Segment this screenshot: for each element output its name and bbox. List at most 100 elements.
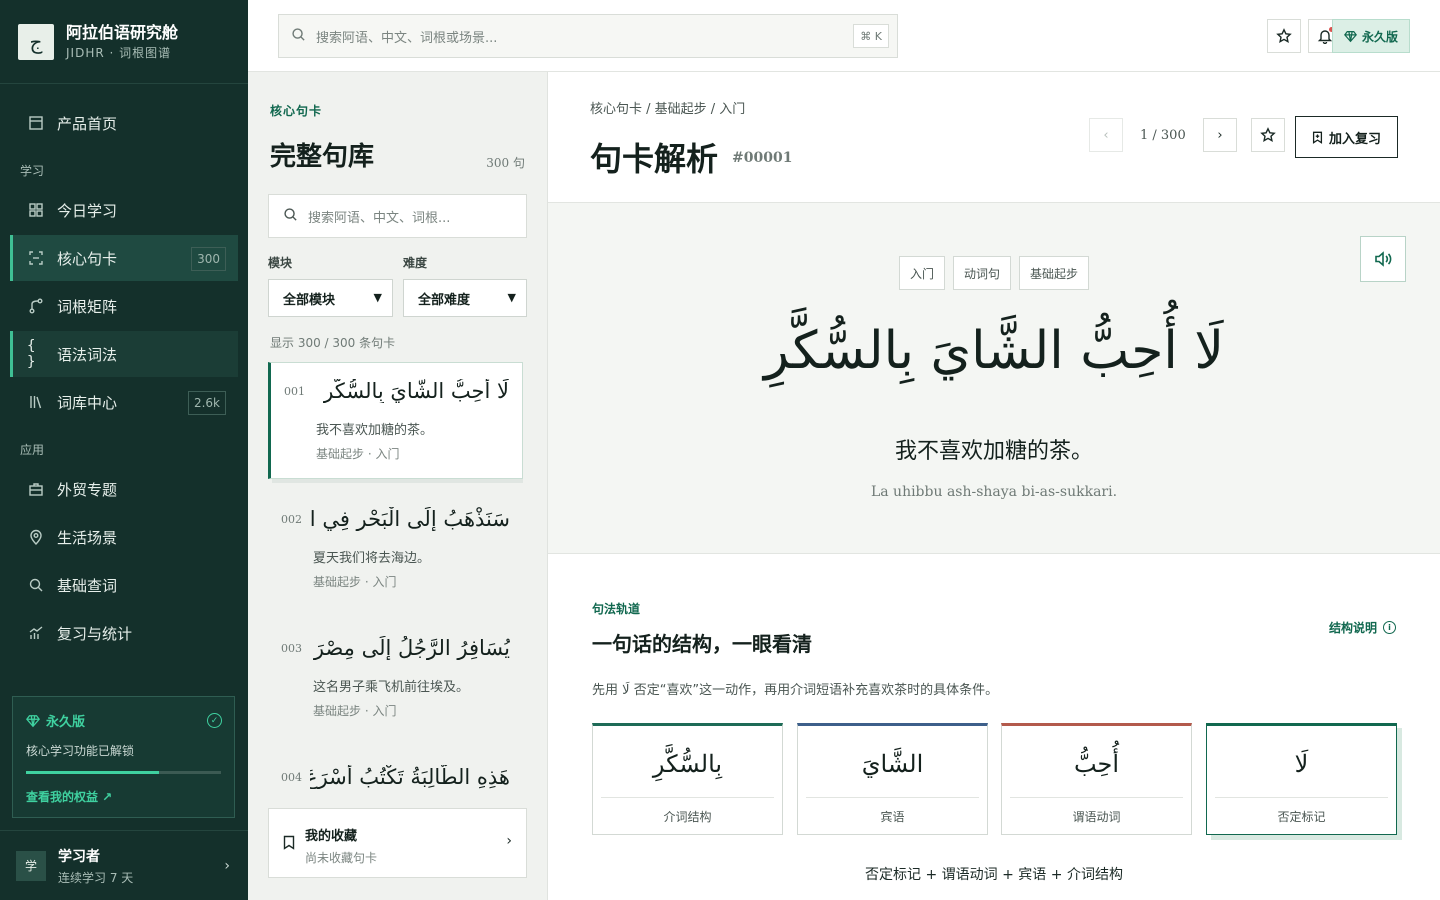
sidebar-item-label: 语法词法 [57, 345, 118, 364]
chevron-right-icon: › [1217, 127, 1223, 143]
star-icon [1276, 28, 1292, 43]
info-icon: i [1383, 621, 1396, 634]
sidebar-item-lookup[interactable]: 基础查词 [10, 562, 238, 608]
module-select-value: 全部模块 [283, 292, 336, 308]
favorite-button[interactable] [1267, 19, 1301, 53]
block-arabic: الشَّايَ [861, 750, 924, 778]
filter-level-label: 难度 [403, 256, 428, 270]
structure-help-link[interactable]: 结构说明 i [1329, 619, 1396, 636]
sentence-hero: 入门 动词句 基础起步 لَا أُحِبُّ الشَّايَ بِالسُّ… [548, 202, 1440, 554]
tag[interactable]: 基础起步 [1019, 256, 1090, 290]
grid-icon [27, 201, 45, 219]
play-audio-button[interactable] [1360, 236, 1406, 282]
list-showing-count: 显示 300 / 300 条句卡 [270, 336, 396, 350]
favorites-sub: 尚未收藏句卡 [305, 851, 378, 865]
sidebar-item-label: 今日学习 [57, 201, 118, 220]
card-arabic: لَا أُحِبُّ الشَّايَ بِالسُّكَّرِ [323, 379, 509, 403]
syntax-block[interactable]: بِالسُّكَّرِ 介词结构 [592, 723, 783, 835]
app: ج 阿拉伯语研究舱 JIDHR · 词根图谱 产品首页 学习 今日学习 核心句卡… [0, 0, 1440, 900]
syntax-block-selected[interactable]: لَا 否定标记 [1206, 723, 1397, 835]
card-number: 002 [281, 513, 302, 526]
plan-card: 永久版 ✓ 核心学习功能已解锁 查看我的权益 ↗ [12, 696, 235, 818]
divider [601, 797, 774, 798]
plan-pill-button[interactable]: 永久版 [1332, 19, 1410, 53]
add-to-review-button[interactable]: 加入复习 [1295, 116, 1398, 158]
global-search-input[interactable]: 搜索阿语、中文、词根或场景... ⌘ K [278, 14, 898, 58]
favorite-card-button[interactable] [1251, 118, 1285, 152]
sidebar-item-root-matrix[interactable]: 词根矩阵 [10, 283, 238, 329]
level-select-value: 全部难度 [418, 292, 471, 308]
favorites-title: 我的收藏 [305, 829, 358, 844]
syntax-blocks: بِالسُّكَّرِ 介词结构 الشَّايَ 宾语 أُحِبُّ 谓语… [592, 723, 1397, 835]
list-search-placeholder: 搜索阿语、中文、词根... [308, 210, 451, 226]
filter-module-label: 模块 [268, 256, 293, 270]
sidebar-item-label: 基础查词 [57, 576, 118, 595]
sidebar-item-label: 词库中心 [57, 393, 118, 412]
chevron-right-icon: › [506, 833, 512, 849]
global-search-placeholder: 搜索阿语、中文、词根或场景... [316, 30, 498, 46]
add-to-review-label: 加入复习 [1328, 131, 1381, 147]
speaker-icon [1375, 251, 1392, 267]
module-select[interactable]: 全部模块 ▼ [268, 279, 393, 317]
syntax-description: 先用 لَا 否定“喜欢”这一动作，再用介词短语补充喜欢茶时的具体条件。 [592, 683, 999, 698]
block-label: 介词结构 [663, 810, 712, 824]
next-card-button[interactable]: › [1203, 118, 1237, 152]
check-circle-icon: ✓ [207, 713, 222, 728]
sidebar-item-label: 生活场景 [57, 528, 118, 547]
divider [1010, 797, 1183, 798]
branch-icon [27, 297, 45, 315]
tag[interactable]: 动词句 [952, 256, 1011, 290]
search-icon [291, 27, 306, 46]
list-item[interactable]: 002 سَنَذْهَبُ إِلَى الْبَحْرِ فِي الـ..… [268, 491, 523, 608]
sentence-list: 001 لَا أُحِبُّ الشَّايَ بِالسُّكَّرِ 我不… [268, 362, 523, 802]
list-item[interactable]: 001 لَا أُحِبُّ الشَّايَ بِالسُّكَّرِ 我不… [268, 362, 523, 479]
card-arabic: يُسَافِرُ الرَّجُلُ إِلَى مِصْرَ بالـ... [310, 636, 510, 660]
brand-name: 阿拉伯语研究舱 [66, 22, 179, 42]
syntax-block[interactable]: الشَّايَ 宾语 [797, 723, 988, 835]
favorites-entry[interactable]: 我的收藏 尚未收藏句卡 › [268, 808, 527, 878]
sidebar-item-life[interactable]: 生活场景 [10, 514, 238, 560]
breadcrumb[interactable]: 核心句卡 / 基础起步 / 入门 [590, 98, 745, 117]
plan-title: 永久版 [26, 711, 221, 730]
brand[interactable]: ج 阿拉伯语研究舱 JIDHR · 词根图谱 [0, 0, 248, 84]
user-name: 学习者 [58, 848, 100, 865]
brand-sub: JIDHR · 词根图谱 [66, 45, 172, 60]
briefcase-icon [27, 480, 45, 498]
chart-icon [27, 624, 45, 642]
sidebar-item-trade[interactable]: 外贸专题 [10, 466, 238, 512]
syntax-formula: 否定标记 + 谓语动词 + 宾语 + 介词结构 [865, 867, 1123, 883]
sidebar-item-home[interactable]: 产品首页 [10, 100, 238, 146]
sidebar-item-sentence-cards[interactable]: 核心句卡 300 [10, 235, 238, 281]
sidebar-item-label: 复习与统计 [57, 624, 133, 643]
brand-logo: ج [18, 23, 54, 60]
block-arabic: أُحِبُّ [1073, 750, 1120, 778]
prev-card-button[interactable]: ‹ [1089, 118, 1123, 152]
sidebar-item-vocab-center[interactable]: 词库中心 2.6k [10, 379, 238, 425]
sentence-transliteration: La uhibbu ash-shaya bi-as-sukkari. [870, 484, 1118, 500]
tag[interactable]: 入门 [898, 256, 945, 290]
list-item[interactable]: 003 يُسَافِرُ الرَّجُلُ إِلَى مِصْرَ بال… [268, 620, 523, 737]
plan-benefits-link[interactable]: 查看我的权益 ↗ [26, 788, 221, 805]
syntax-block[interactable]: أُحِبُّ 谓语动词 [1001, 723, 1192, 835]
block-label: 否定标记 [1277, 810, 1326, 824]
level-select[interactable]: 全部难度 ▼ [403, 279, 527, 317]
sidebar-item-review-stats[interactable]: 复习与统计 [10, 610, 238, 656]
sidebar-item-label: 核心句卡 [57, 249, 118, 268]
list-count: 300 句 [486, 156, 525, 170]
bookmark-plus-icon [1312, 131, 1323, 144]
user-profile[interactable]: 学 学习者 连续学习 7 天 › [0, 830, 248, 900]
sidebar-item-today[interactable]: 今日学习 [10, 187, 238, 233]
user-streak: 连续学习 7 天 [58, 870, 134, 885]
plan-title-text: 永久版 [46, 715, 86, 730]
list-item[interactable]: 004 هَذِهِ الطَّالِبَةُ تَكْتُبُ أَسْرَع… [268, 749, 523, 802]
block-label: 宾语 [880, 810, 905, 824]
list-search-input[interactable]: 搜索阿语、中文、词根... [268, 194, 527, 238]
sidebar-item-grammar[interactable]: { } 语法词法 [10, 331, 238, 377]
plan-desc: 核心学习功能已解锁 [26, 744, 135, 758]
list-kicker: 核心句卡 [270, 104, 323, 118]
sidebar-nav: 产品首页 学习 今日学习 核心句卡 300 词根矩阵 {} 语法词法 词库中心… [0, 84, 248, 656]
block-label: 谓语动词 [1072, 810, 1121, 824]
sidebar-item-label: 外贸专题 [57, 480, 118, 499]
plan-progress [26, 771, 221, 774]
structure-help-label: 结构说明 [1328, 621, 1377, 635]
